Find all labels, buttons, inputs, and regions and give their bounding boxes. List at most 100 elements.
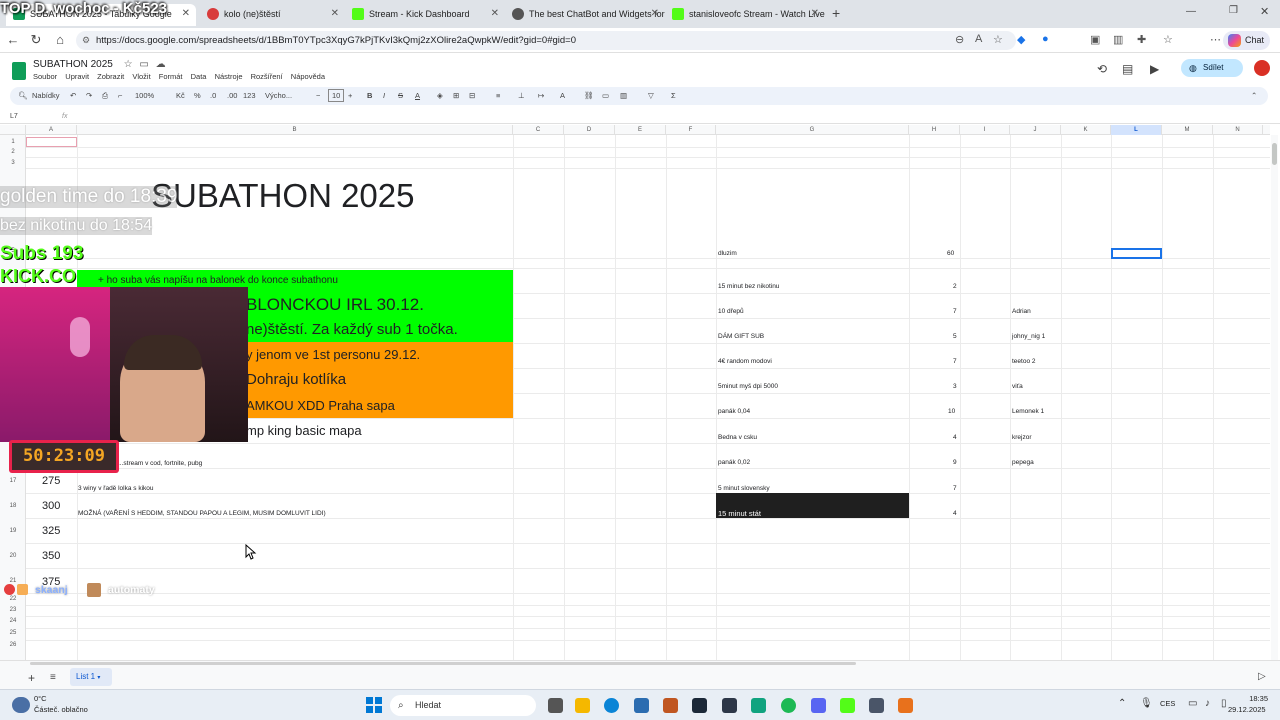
menu-data[interactable]: Data [191, 72, 207, 81]
paint-format-icon[interactable]: ⌐ [118, 91, 122, 100]
text-wrap-icon[interactable]: ↦ [538, 91, 544, 100]
column-header[interactable]: F [666, 125, 716, 135]
task-view-icon[interactable] [548, 698, 563, 713]
row-header[interactable]: 25 [0, 630, 26, 636]
new-tab-button[interactable]: + [832, 5, 840, 21]
menu-insert[interactable]: Vložit [132, 72, 150, 81]
active-cell-l7[interactable] [1111, 248, 1162, 259]
column-header[interactable]: M [1162, 125, 1213, 135]
battery-icon[interactable]: ▯ [1221, 698, 1227, 709]
cell-a-value[interactable]: 275 [42, 475, 60, 487]
home-icon[interactable]: ⌂ [51, 32, 69, 47]
row-header[interactable]: 19 [0, 528, 26, 534]
cell-g-item[interactable]: 15 minut bez nikotinu [718, 283, 779, 290]
version-history-icon[interactable]: ⟲ [1097, 62, 1107, 76]
microphone-icon[interactable]: 🎙︎ [1140, 698, 1153, 709]
menu-edit[interactable]: Upravit [65, 72, 89, 81]
store-icon[interactable] [634, 698, 649, 713]
user-avatar[interactable] [1254, 60, 1270, 76]
cell-a-value[interactable]: 325 [42, 525, 60, 537]
row-header[interactable]: 20 [0, 553, 26, 559]
number-format[interactable]: 123 [243, 91, 256, 100]
discord-icon[interactable] [811, 698, 826, 713]
cell-b-goal[interactable]: Dohraju kotlíka [246, 371, 346, 388]
horizontal-scrollbar[interactable] [30, 661, 856, 666]
taskbar-search[interactable]: ⌕ Hledat [390, 695, 536, 716]
decrease-decimal[interactable]: .0 [210, 91, 216, 100]
steam-icon[interactable] [692, 698, 707, 713]
cell-j-name[interactable]: viťa [1012, 383, 1023, 390]
menus-search[interactable]: Nabídky [32, 91, 60, 100]
zoom-icon[interactable]: ⊖ [955, 33, 964, 46]
scrollbar-thumb[interactable] [1272, 143, 1277, 165]
menu-help[interactable]: Nápověda [291, 72, 325, 81]
cell-h-value[interactable]: 4 [953, 510, 957, 517]
doc-title[interactable]: SUBATHON 2025 ☆ ▭ ☁ [33, 59, 166, 70]
site-info-icon[interactable]: ⚙ [82, 31, 90, 50]
cell-b-goal[interactable]: mp king basic mapa [246, 423, 362, 438]
close-window-button[interactable]: ✕ [1260, 5, 1269, 18]
app-icon[interactable] [722, 698, 737, 713]
column-header[interactable]: H [909, 125, 960, 135]
chatgpt-icon[interactable] [751, 698, 766, 713]
cell-b-goal[interactable]: MOŽNÁ (VAŘENÍ S HEDDIM, STANDOU PAPOU A … [78, 510, 326, 517]
clock-date[interactable]: 29.12.2025 [1228, 705, 1266, 714]
cell-j-name[interactable]: johny_nig 1 [1012, 333, 1045, 340]
cell-h-value[interactable]: 10 [948, 408, 955, 415]
font-size-plus[interactable]: + [348, 91, 352, 100]
sidebar-toggle-icon[interactable]: ▷ [1258, 671, 1266, 682]
cell-j-name[interactable]: pepega [1012, 459, 1034, 466]
zoom-select[interactable]: 100% [135, 91, 154, 100]
increase-decimal[interactable]: .00 [227, 91, 237, 100]
weather-icon[interactable] [12, 697, 30, 713]
column-header[interactable]: D [564, 125, 615, 135]
column-header[interactable]: I [960, 125, 1010, 135]
percent-format[interactable]: % [194, 91, 201, 100]
cell-b-goal[interactable]: y jenom ve 1st personu 29.12. [246, 347, 420, 362]
menu-file[interactable]: Soubor [33, 72, 57, 81]
favorites-icon[interactable]: ☆ [1163, 33, 1173, 46]
column-header[interactable]: A [26, 125, 77, 135]
column-header[interactable]: J [1010, 125, 1061, 135]
functions-icon[interactable]: Σ [671, 91, 676, 100]
cell-b-goal[interactable]: ne)štěstí. Za každý sub 1 točka. [246, 321, 458, 338]
weather-desc[interactable]: Částeč. oblačno [34, 705, 88, 714]
sheet-tab-list1[interactable]: List 1 ▾ [70, 668, 112, 686]
cell-h-value[interactable]: 2 [953, 283, 957, 290]
comment-icon[interactable]: ▭ [602, 91, 609, 100]
fill-color-icon[interactable]: ◈ [437, 91, 443, 100]
close-tab-icon[interactable]: ✕ [811, 4, 819, 24]
cell-g-item[interactable]: Bedna v csku [718, 434, 757, 441]
menu-view[interactable]: Zobrazit [97, 72, 124, 81]
bold-icon[interactable]: B [367, 91, 372, 100]
cell-j-name[interactable]: teetoo 2 [1012, 358, 1036, 365]
cell-b-rule[interactable]: + ho suba vás napíšu na balonek do konce… [98, 275, 338, 286]
column-header[interactable]: G [716, 125, 909, 135]
search-icon[interactable]: 🔍︎ [18, 91, 28, 100]
row-header[interactable]: 2 [0, 149, 26, 155]
back-icon[interactable]: ← [4, 32, 22, 47]
cell-b-goal[interactable]: AMKOU XDD Praha sapa [246, 398, 395, 413]
edge-icon[interactable] [604, 698, 619, 713]
column-header[interactable]: B [77, 125, 513, 135]
cell-g-item[interactable]: 15 minut stát [718, 509, 761, 518]
tab-kick-dashboard[interactable]: Stream - Kick Dashboard ✕ [345, 4, 505, 26]
app-icon[interactable] [898, 698, 913, 713]
meet-icon[interactable]: ▶ [1150, 62, 1159, 76]
tray-overflow-icon[interactable]: ⌃ [1118, 698, 1126, 709]
spotify-icon[interactable] [781, 698, 796, 713]
cell-h-value[interactable]: 3 [953, 383, 957, 390]
read-aloud-icon[interactable]: A [975, 33, 982, 45]
text-color-icon[interactable]: A [415, 91, 420, 100]
add-sheet-icon[interactable]: + [28, 671, 35, 685]
close-tab-icon[interactable]: ✕ [331, 4, 339, 24]
cell-b-goal[interactable]: BLONCKOU IRL 30.12. [246, 295, 424, 315]
all-sheets-icon[interactable]: ≡ [50, 672, 56, 683]
row-header[interactable]: 1 [0, 139, 26, 145]
column-header[interactable]: N [1213, 125, 1263, 135]
extension-icon[interactable]: ◆ [1017, 33, 1025, 46]
tab-kolo[interactable]: kolo (ne)štěstí ✕ [200, 4, 345, 26]
row-header[interactable]: 22 [0, 596, 26, 602]
cell-g-item[interactable]: 5 minut slovensky [718, 485, 770, 492]
app-icon[interactable] [663, 698, 678, 713]
